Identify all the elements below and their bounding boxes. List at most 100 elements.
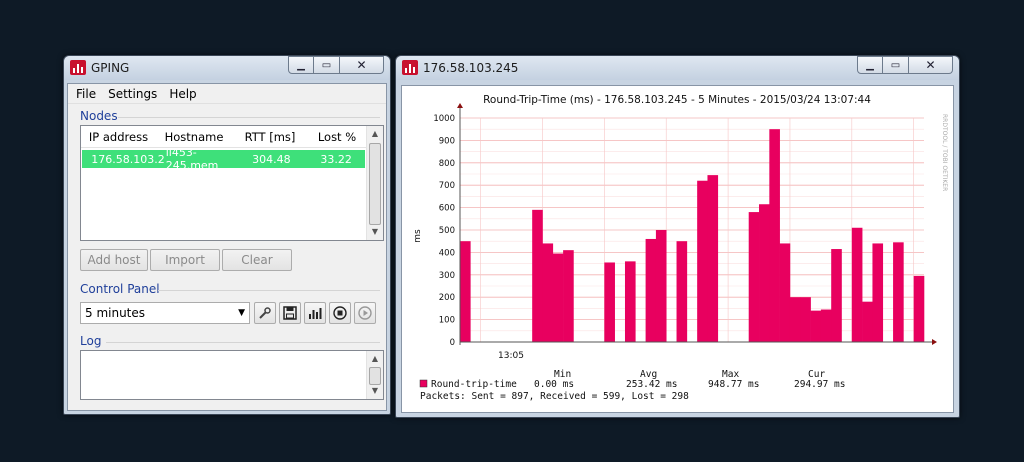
table-row[interactable]: 176.58.103.2 li453-245.mem 304.48 33.22: [82, 146, 365, 172]
menubar: File Settings Help: [68, 84, 386, 104]
close-icon[interactable]: ✕: [340, 56, 384, 74]
log-label: Log: [80, 334, 102, 348]
y-tick-label: 1000: [433, 114, 455, 124]
clear-button[interactable]: Clear: [222, 249, 292, 271]
row-rtt: 304.48: [252, 152, 291, 166]
scroll-down-icon[interactable]: ▼: [367, 224, 383, 240]
rtt-bar: [748, 212, 760, 342]
stats-min-value: 0.00 ms: [534, 379, 574, 390]
nodes-scrollbar[interactable]: ▲ ▼: [366, 126, 383, 240]
rtt-bar: [655, 230, 667, 342]
log-scrollbar[interactable]: ▲ ▼: [366, 351, 383, 399]
y-tick-label: 800: [439, 159, 455, 169]
scroll-up-icon[interactable]: ▲: [367, 126, 383, 142]
rtt-bar: [893, 242, 904, 342]
gping-titlebar[interactable]: GPING ▁ ▭ ✕: [64, 56, 390, 80]
nodes-divider: [118, 117, 380, 118]
row-hostname: li453-245.mem: [165, 146, 219, 172]
y-axis-label: ms: [413, 229, 423, 243]
y-tick-label: 700: [439, 181, 455, 191]
nodes-list-header: IP address Hostname RTT [ms] Lost %: [81, 126, 366, 148]
chart-icon[interactable]: [304, 302, 326, 324]
nodes-list[interactable]: IP address Hostname RTT [ms] Lost % 176.…: [80, 125, 384, 241]
y-axis-arrow-icon: [457, 103, 463, 108]
stop-icon[interactable]: [329, 302, 351, 324]
rtt-bar: [645, 238, 657, 342]
rtt-bar: [779, 243, 791, 342]
interval-select[interactable]: 5 minutes ▼: [80, 302, 250, 324]
graph-area: Round-Trip-Time (ms) - 176.58.103.245 - …: [401, 85, 954, 413]
nodes-label: Nodes: [80, 109, 118, 123]
stats-avg-value: 253.42 ms: [626, 379, 677, 390]
minimize-icon[interactable]: ▁: [288, 56, 314, 74]
nodes-scroll-thumb[interactable]: [369, 143, 381, 225]
log-output[interactable]: ▲ ▼: [80, 350, 384, 400]
graph-logo-icon: [402, 60, 418, 75]
y-tick-label: 100: [439, 316, 455, 326]
col-rtt[interactable]: RTT [ms]: [232, 126, 308, 147]
row-ip: 176.58.103.2: [91, 152, 165, 166]
y-tick-label: 500: [439, 226, 455, 236]
graph-titlebar[interactable]: 176.58.103.245 ▁ ▭ ✕: [396, 56, 959, 80]
control-divider: [158, 290, 380, 291]
rtt-bar: [769, 129, 780, 342]
save-icon[interactable]: [279, 302, 301, 324]
rtt-bar: [604, 262, 615, 342]
rtt-bar: [460, 241, 471, 342]
col-hostname[interactable]: Hostname: [156, 126, 232, 147]
x-tick-label: 13:05: [498, 351, 524, 361]
log-scroll-up-icon[interactable]: ▲: [367, 351, 383, 367]
rtt-bar: [800, 297, 811, 342]
y-tick-label: 600: [439, 204, 455, 214]
graph-window: 176.58.103.245 ▁ ▭ ✕ Round-Trip-Time (ms…: [395, 55, 960, 418]
rtt-bar: [851, 227, 863, 342]
stats-cur-value: 294.97 ms: [794, 379, 845, 390]
maximize-icon[interactable]: ▭: [314, 56, 340, 74]
col-lost[interactable]: Lost %: [308, 126, 366, 147]
rtt-bar: [913, 275, 925, 342]
row-lost: 33.22: [320, 152, 352, 166]
y-tick-label: 0: [450, 338, 455, 348]
graph-minimize-icon[interactable]: ▁: [857, 56, 883, 74]
chart-side-text: RRDTOOL / TOBI OETIKER: [941, 114, 948, 191]
graph-close-icon[interactable]: ✕: [909, 56, 953, 74]
rtt-bar: [789, 297, 801, 342]
play-icon[interactable]: [354, 302, 376, 324]
wrench-icon[interactable]: [254, 302, 276, 324]
rtt-bar: [831, 249, 842, 342]
menu-file[interactable]: File: [76, 87, 96, 101]
menu-help[interactable]: Help: [169, 87, 196, 101]
rtt-bar: [563, 250, 574, 342]
menu-settings[interactable]: Settings: [108, 87, 157, 101]
gping-window: GPING ▁ ▭ ✕ File Settings Help Nodes IP …: [63, 55, 391, 415]
rtt-bar: [624, 261, 636, 342]
rtt-bar: [552, 253, 564, 342]
col-ip[interactable]: IP address: [81, 126, 156, 147]
rtt-bar: [532, 209, 543, 342]
add-host-button[interactable]: Add host: [80, 249, 148, 271]
gping-client: File Settings Help Nodes IP address Host…: [67, 83, 387, 411]
rtt-bar: [707, 175, 719, 342]
rtt-bar: [820, 309, 832, 342]
legend-series-name: Round-trip-time: [431, 379, 517, 390]
x-axis-arrow-icon: [932, 339, 937, 345]
rtt-bar: [542, 243, 554, 342]
control-panel-label: Control Panel: [80, 282, 160, 296]
import-button[interactable]: Import: [150, 249, 220, 271]
rtt-bar: [676, 241, 688, 342]
chevron-down-icon[interactable]: ▼: [238, 303, 245, 323]
gping-title: GPING: [91, 61, 130, 75]
graph-maximize-icon[interactable]: ▭: [883, 56, 909, 74]
app-logo-icon: [70, 60, 86, 75]
rtt-bar: [872, 243, 884, 342]
rtt-bar: [862, 301, 873, 342]
y-tick-label: 400: [439, 248, 455, 258]
rtt-bar: [810, 310, 822, 342]
packets-summary: Packets: Sent = 897, Received = 599, Los…: [420, 391, 689, 402]
graph-title: 176.58.103.245: [423, 61, 519, 75]
log-scroll-down-icon[interactable]: ▼: [367, 383, 383, 399]
rtt-bar: [697, 180, 708, 342]
log-divider: [106, 342, 380, 343]
rtt-chart: Round-Trip-Time (ms) - 176.58.103.245 - …: [413, 94, 948, 402]
stats-max-value: 948.77 ms: [708, 379, 759, 390]
